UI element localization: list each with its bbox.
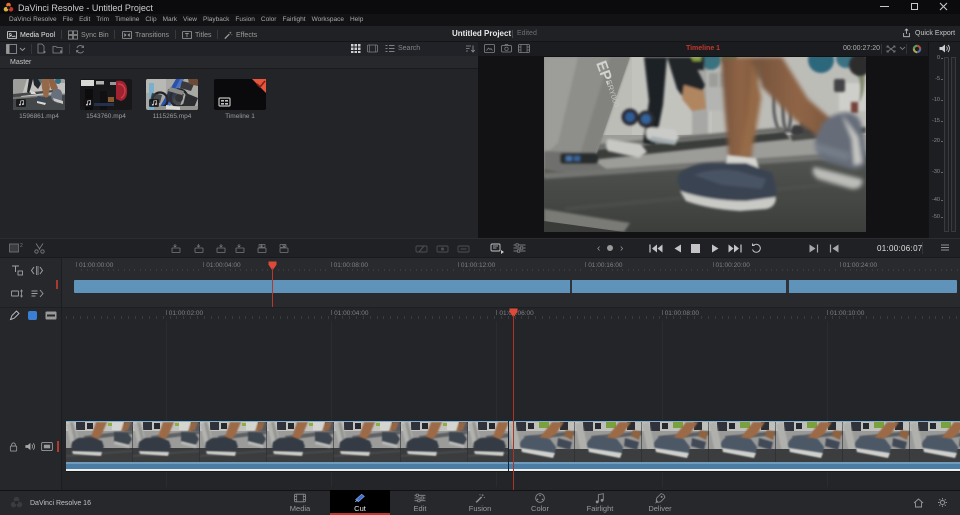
svg-text:2: 2 (20, 243, 23, 249)
